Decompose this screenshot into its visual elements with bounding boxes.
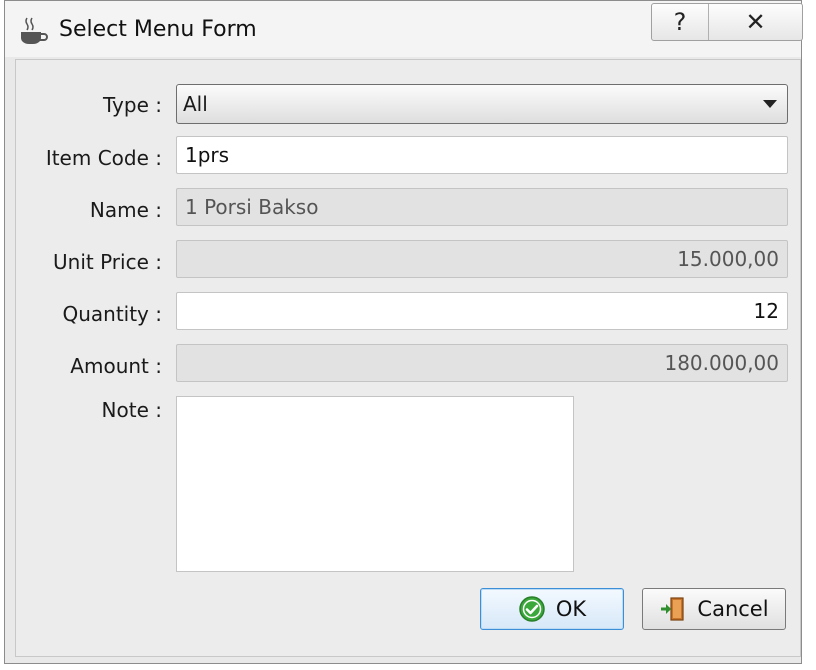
unit-price-label: Unit Price :	[53, 250, 162, 274]
chevron-down-icon[interactable]	[763, 100, 777, 108]
name-label: Name :	[89, 198, 162, 222]
type-select[interactable]: All	[176, 84, 788, 124]
cancel-button-label: Cancel	[697, 597, 769, 621]
unit-price-field: 15.000,00	[176, 240, 788, 278]
amount-label: Amount :	[70, 354, 162, 378]
window-title: Select Menu Form	[59, 17, 257, 42]
ok-button-label: OK	[555, 597, 587, 621]
quantity-label: Quantity :	[62, 302, 162, 326]
close-button[interactable]: ✕	[709, 4, 802, 40]
title-button-group: ? ✕	[651, 3, 803, 41]
quantity-input[interactable]: 12	[176, 292, 788, 330]
note-textarea[interactable]	[176, 396, 574, 572]
item-code-input[interactable]: 1prs	[176, 136, 788, 174]
exit-door-icon	[661, 597, 685, 621]
help-button[interactable]: ?	[652, 4, 709, 40]
amount-field: 180.000,00	[176, 344, 788, 382]
cancel-button[interactable]: Cancel	[642, 588, 786, 630]
form-panel: Type : All Item Code : 1prs Name : 1 Por…	[15, 59, 801, 657]
item-code-label: Item Code :	[45, 146, 162, 170]
coffee-cup-icon	[21, 17, 48, 44]
note-label: Note :	[101, 398, 162, 422]
type-select-value: All	[183, 92, 208, 116]
name-field: 1 Porsi Bakso	[176, 188, 788, 226]
title-bar[interactable]: Select Menu Form ? ✕	[5, 1, 803, 57]
ok-button[interactable]: OK	[480, 588, 624, 630]
dialog-window: Select Menu Form ? ✕ Type : All Item Cod…	[4, 0, 803, 664]
check-circle-icon	[519, 596, 545, 622]
type-label: Type :	[102, 93, 162, 117]
